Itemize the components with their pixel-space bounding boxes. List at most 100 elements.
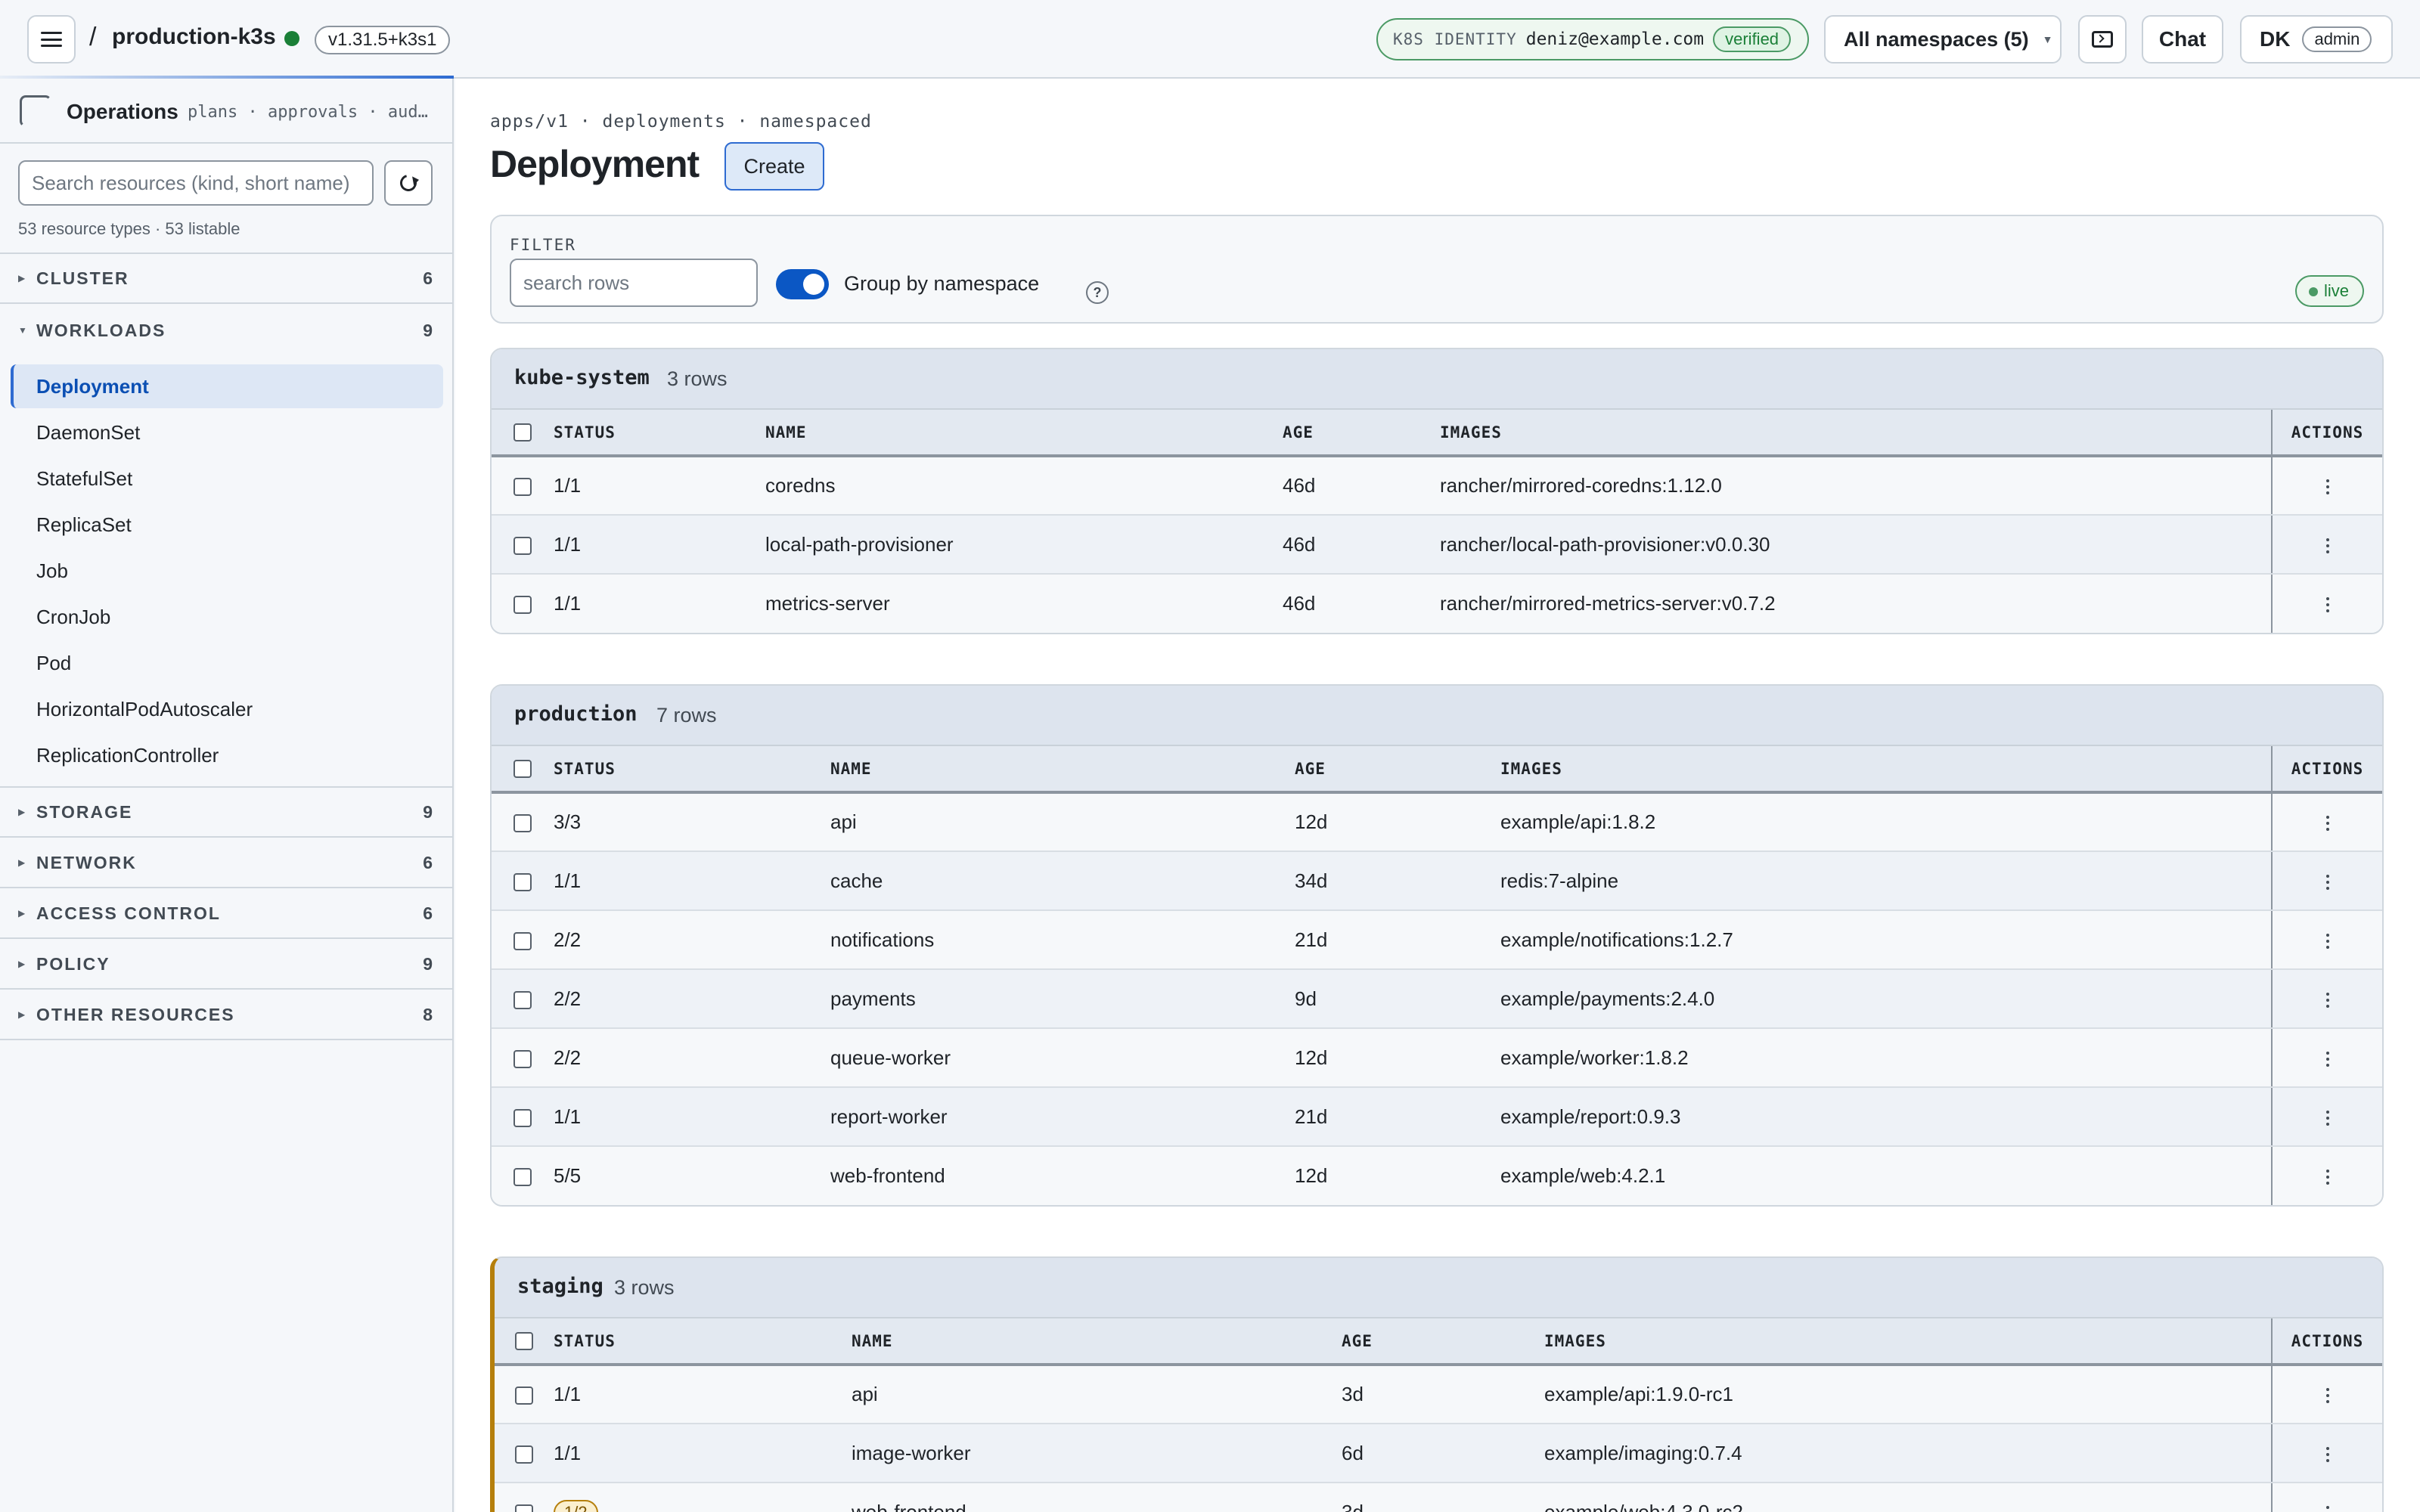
row-name[interactable]: payments xyxy=(830,969,1295,1029)
row-checkbox[interactable] xyxy=(513,814,532,833)
row-name[interactable]: notifications xyxy=(830,910,1295,970)
help-icon[interactable]: ? xyxy=(1086,281,1109,304)
kebab-menu-icon[interactable] xyxy=(2325,1446,2329,1462)
column-status[interactable]: STATUS xyxy=(554,1317,852,1366)
k8s-identity-badge[interactable]: K8S IDENTITY deniz@example.com verified xyxy=(1376,18,1809,60)
table-row[interactable]: 1/1 api 3d example/api:1.9.0-rc1 xyxy=(495,1365,2382,1424)
namespace-group-staging: staging 3 rows STATUS NAME AGE IMAGES AC… xyxy=(490,1256,2384,1512)
column-name[interactable]: NAME xyxy=(765,408,1283,457)
row-checkbox[interactable] xyxy=(513,990,532,1009)
row-name[interactable]: web-frontend xyxy=(852,1483,1342,1512)
row-name[interactable]: local-path-provisioner xyxy=(765,515,1283,575)
table-row[interactable]: 2/2 notifications 21d example/notificati… xyxy=(492,910,2382,970)
refresh-button[interactable] xyxy=(384,160,433,206)
table-row[interactable]: 1/1 cache 34d redis:7-alpine xyxy=(492,851,2382,911)
section-cluster[interactable]: ▶ CLUSTER 6 xyxy=(0,254,452,304)
select-all-checkbox[interactable] xyxy=(513,760,532,778)
create-button[interactable]: Create xyxy=(724,142,824,191)
operations-row[interactable]: Operations plans · approvals · audit xyxy=(0,79,452,144)
sidebar-item-replicaset[interactable]: ReplicaSet xyxy=(11,503,443,547)
table-row[interactable]: 5/5 web-frontend 12d example/web:4.2.1 xyxy=(492,1146,2382,1205)
row-name[interactable]: queue-worker xyxy=(830,1028,1295,1088)
sidebar-item-replicationcontroller[interactable]: ReplicationController xyxy=(11,733,443,777)
sidebar-item-cronjob[interactable]: CronJob xyxy=(11,595,443,639)
row-checkbox[interactable] xyxy=(513,596,532,615)
operations-links[interactable]: plans · approvals · audit xyxy=(188,103,430,122)
chat-button[interactable]: Chat xyxy=(2142,15,2223,64)
sidebar-item-deployment[interactable]: Deployment xyxy=(11,364,443,408)
row-checkbox[interactable] xyxy=(513,536,532,555)
terminal-button[interactable] xyxy=(2078,15,2127,64)
row-name[interactable]: image-worker xyxy=(852,1424,1342,1483)
sidebar-item-statefulset[interactable]: StatefulSet xyxy=(11,457,443,500)
kebab-menu-icon[interactable] xyxy=(2325,1388,2329,1404)
column-images[interactable]: IMAGES xyxy=(1500,745,2272,794)
column-age[interactable]: AGE xyxy=(1295,745,1500,794)
select-all-checkbox[interactable] xyxy=(513,423,532,442)
section-workloads[interactable]: ▼ WORKLOADS 9 xyxy=(0,305,452,355)
table-row[interactable]: 1/1 report-worker 21d example/report:0.9… xyxy=(492,1087,2382,1147)
column-name[interactable]: NAME xyxy=(830,745,1295,794)
column-age[interactable]: AGE xyxy=(1342,1317,1544,1366)
section-access-control[interactable]: ▶ ACCESS CONTROL 6 xyxy=(0,889,452,939)
row-checkbox[interactable] xyxy=(513,931,532,950)
section-other-resources[interactable]: ▶ OTHER RESOURCES 8 xyxy=(0,990,452,1040)
row-name[interactable]: coredns xyxy=(765,456,1283,516)
table-row[interactable]: 2/2 queue-worker 12d example/worker:1.8.… xyxy=(492,1028,2382,1088)
kebab-menu-icon[interactable] xyxy=(2325,874,2329,890)
section-storage[interactable]: ▶ STORAGE 9 xyxy=(0,788,452,838)
column-status[interactable]: STATUS xyxy=(554,745,830,794)
row-checkbox[interactable] xyxy=(513,1168,532,1187)
sidebar-item-hpa[interactable]: HorizontalPodAutoscaler xyxy=(11,687,443,731)
table-row[interactable]: 1/1 image-worker 6d example/imaging:0.7.… xyxy=(495,1424,2382,1483)
row-checkbox[interactable] xyxy=(513,478,532,497)
group-by-namespace-toggle[interactable] xyxy=(776,269,829,299)
kebab-menu-icon[interactable] xyxy=(2325,538,2329,553)
table-row[interactable]: 3/3 api 12d example/api:1.8.2 xyxy=(492,792,2382,852)
row-name[interactable]: report-worker xyxy=(830,1087,1295,1147)
kebab-menu-icon[interactable] xyxy=(2325,933,2329,949)
table-row[interactable]: 2/2 payments 9d example/payments:2.4.0 xyxy=(492,969,2382,1029)
row-name[interactable]: cache xyxy=(830,851,1295,911)
resource-search-input[interactable] xyxy=(18,160,374,206)
column-age[interactable]: AGE xyxy=(1283,408,1440,457)
table-row[interactable]: 1/1 local-path-provisioner 46d rancher/l… xyxy=(492,515,2382,575)
section-policy[interactable]: ▶ POLICY 9 xyxy=(0,940,452,990)
row-name[interactable]: web-frontend xyxy=(830,1146,1295,1205)
table-row[interactable]: 1/1 coredns 46d rancher/mirrored-coredns… xyxy=(492,456,2382,516)
sidebar-item-pod[interactable]: Pod xyxy=(11,641,443,685)
kebab-menu-icon[interactable] xyxy=(2325,1506,2329,1512)
section-label: CLUSTER xyxy=(36,268,129,288)
column-images[interactable]: IMAGES xyxy=(1544,1317,2272,1366)
table-row[interactable]: 1/2 web-frontend 3d example/web:4.3.0-rc… xyxy=(495,1483,2382,1512)
sidebar-item-job[interactable]: Job xyxy=(11,549,443,593)
row-checkbox[interactable] xyxy=(515,1387,533,1405)
kebab-menu-icon[interactable] xyxy=(2325,479,2329,495)
row-checkbox[interactable] xyxy=(515,1445,533,1464)
namespace-select[interactable]: All namespaces (5) ▼ xyxy=(1824,15,2062,64)
row-checkbox[interactable] xyxy=(513,1049,532,1068)
menu-button[interactable] xyxy=(27,15,76,64)
row-checkbox[interactable] xyxy=(513,872,532,891)
row-name[interactable]: api xyxy=(830,792,1295,852)
column-name[interactable]: NAME xyxy=(852,1317,1342,1366)
cluster-name[interactable]: production-k3s xyxy=(112,24,276,50)
column-status[interactable]: STATUS xyxy=(554,408,765,457)
row-checkbox[interactable] xyxy=(515,1504,533,1512)
sidebar-item-daemonset[interactable]: DaemonSet xyxy=(11,411,443,454)
section-network[interactable]: ▶ NETWORK 6 xyxy=(0,838,452,888)
kebab-menu-icon[interactable] xyxy=(2325,597,2329,613)
row-checkbox[interactable] xyxy=(513,1108,532,1127)
row-name[interactable]: api xyxy=(852,1365,1342,1424)
kebab-menu-icon[interactable] xyxy=(2325,1051,2329,1067)
filter-rows-input[interactable] xyxy=(510,259,758,307)
select-all-checkbox[interactable] xyxy=(515,1332,533,1350)
column-images[interactable]: IMAGES xyxy=(1440,408,2272,457)
kebab-menu-icon[interactable] xyxy=(2325,1110,2329,1126)
row-name[interactable]: metrics-server xyxy=(765,574,1283,633)
table-row[interactable]: 1/1 metrics-server 46d rancher/mirrored-… xyxy=(492,574,2382,633)
kebab-menu-icon[interactable] xyxy=(2325,816,2329,832)
user-menu-button[interactable]: DK admin xyxy=(2240,15,2393,64)
kebab-menu-icon[interactable] xyxy=(2325,992,2329,1008)
kebab-menu-icon[interactable] xyxy=(2325,1170,2329,1185)
